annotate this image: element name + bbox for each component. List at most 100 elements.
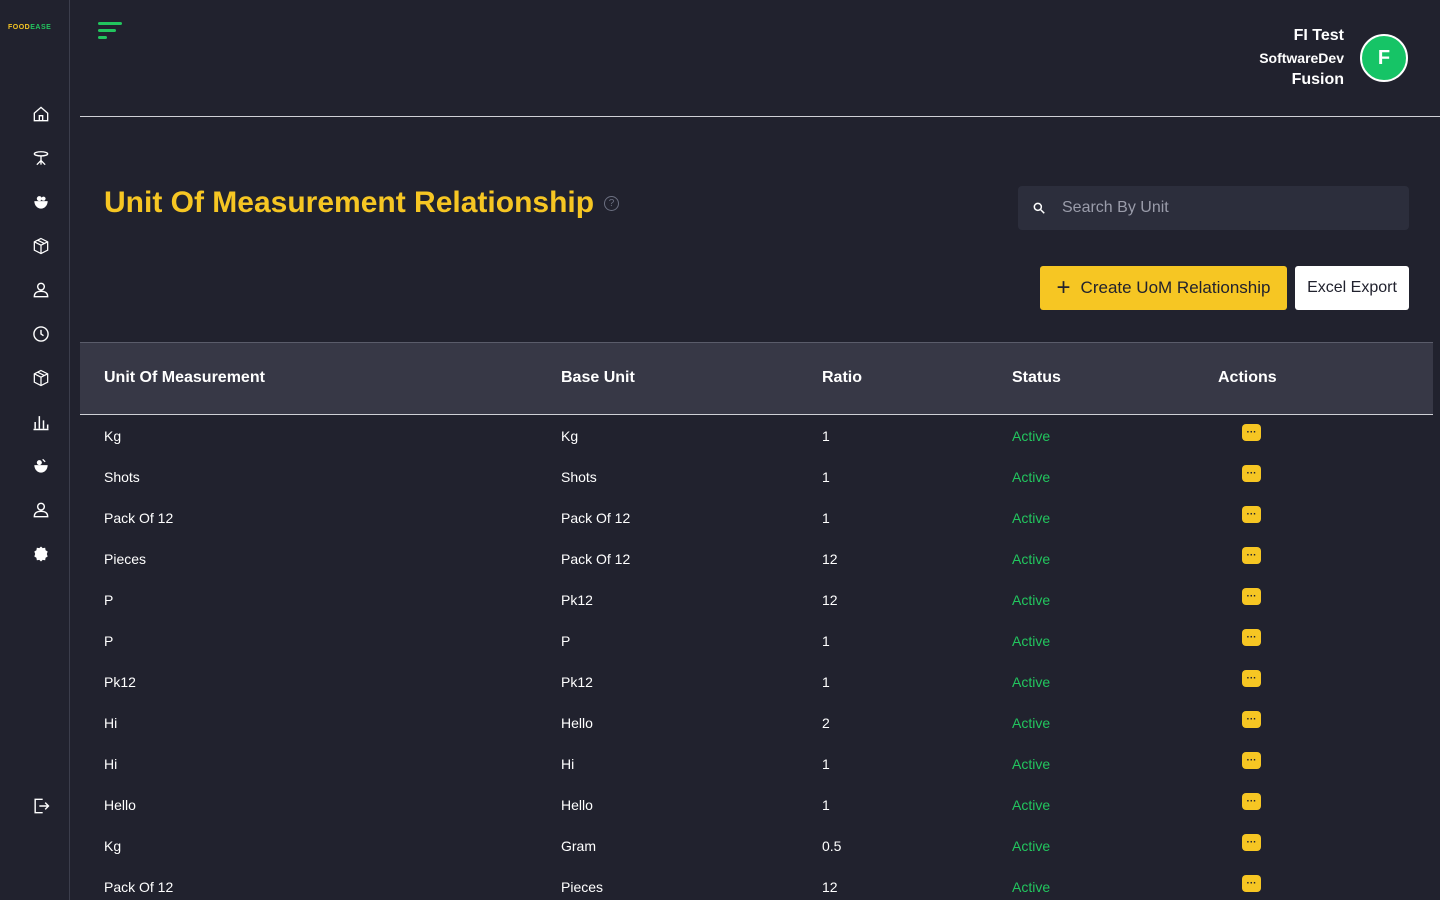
- cell-status: Active: [1012, 592, 1051, 608]
- row-actions-button[interactable]: ···: [1242, 670, 1261, 687]
- cell-status: Active: [1012, 838, 1051, 854]
- cell-status: Active: [1012, 510, 1051, 526]
- cell-status: Active: [1012, 879, 1051, 895]
- table-body: Kg Kg 1 Active ··· Shots Shots 1 Active ··· Pack O…: [80, 415, 1433, 900]
- create-button-label: Create UoM Relationship: [1080, 278, 1271, 297]
- cell-ratio: 12: [822, 879, 838, 895]
- row-actions-button[interactable]: ···: [1242, 547, 1261, 564]
- cell-base-unit: Pack Of 12: [561, 551, 631, 567]
- user-info: FI Test SoftwareDev Fusion: [1259, 25, 1344, 91]
- package-icon[interactable]: [30, 367, 52, 389]
- cell-status: Active: [1012, 469, 1051, 485]
- cell-base-unit: Kg: [561, 428, 579, 444]
- column-header-status[interactable]: Status: [1012, 369, 1061, 387]
- search-box: [1018, 186, 1409, 230]
- bar-chart-icon[interactable]: [30, 411, 52, 433]
- row-actions-button[interactable]: ···: [1242, 424, 1261, 441]
- cell-status: Active: [1012, 797, 1051, 813]
- user-department: Fusion: [1291, 71, 1344, 88]
- plus-icon: +: [1056, 274, 1071, 301]
- table-row: Pack Of 12 Pieces 12 Active ···: [80, 866, 1433, 900]
- cell-base-unit: Pk12: [561, 674, 593, 690]
- cell-status: Active: [1012, 715, 1051, 731]
- box-icon[interactable]: [30, 235, 52, 257]
- logo-food: FOOD: [8, 24, 31, 31]
- table-row: Pieces Pack Of 12 12 Active ···: [80, 538, 1433, 579]
- cell-ratio: 1: [822, 510, 830, 526]
- table-row: Hi Hi 1 Active ···: [80, 743, 1433, 784]
- header-divider: [80, 116, 1440, 117]
- logout-icon[interactable]: [30, 795, 52, 817]
- cell-ratio: 1: [822, 469, 830, 485]
- excel-export-button[interactable]: Excel Export: [1295, 266, 1409, 310]
- row-actions-button[interactable]: ···: [1242, 793, 1261, 810]
- cell-unit: Pack Of 12: [104, 510, 174, 526]
- settings-icon[interactable]: [30, 543, 52, 565]
- cell-ratio: 0.5: [822, 838, 842, 854]
- cell-unit: Pack Of 12: [104, 879, 174, 895]
- row-actions-button[interactable]: ···: [1242, 465, 1261, 482]
- row-actions-button[interactable]: ···: [1242, 711, 1261, 728]
- row-actions-button[interactable]: ···: [1242, 834, 1261, 851]
- home-icon[interactable]: [30, 103, 52, 125]
- cell-ratio: 1: [822, 797, 830, 813]
- row-actions-button[interactable]: ···: [1242, 752, 1261, 769]
- dining-table-icon[interactable]: [30, 147, 52, 169]
- cell-unit: Hi: [104, 715, 118, 731]
- table-row: P P 1 Active ···: [80, 620, 1433, 661]
- cell-base-unit: Pk12: [561, 592, 593, 608]
- user-icon[interactable]: [30, 279, 52, 301]
- row-actions-button[interactable]: ···: [1242, 629, 1261, 646]
- cell-unit: Pieces: [104, 551, 147, 567]
- create-uom-relationship-button[interactable]: + Create UoM Relationship: [1040, 266, 1287, 310]
- logo-ease: EASE: [30, 24, 52, 31]
- column-header-base-unit[interactable]: Base Unit: [561, 369, 635, 387]
- cell-unit: Hello: [104, 797, 136, 813]
- cell-unit: Shots: [104, 469, 140, 485]
- row-actions-button[interactable]: ···: [1242, 875, 1261, 892]
- cell-base-unit: Shots: [561, 469, 597, 485]
- cell-base-unit: P: [561, 633, 571, 649]
- column-header-actions: Actions: [1218, 369, 1277, 386]
- cell-base-unit: Pack Of 12: [561, 510, 631, 526]
- cell-unit: P: [104, 592, 114, 608]
- menu-toggle-icon[interactable]: [98, 20, 124, 42]
- cell-ratio: 1: [822, 428, 830, 444]
- cell-unit: Kg: [104, 428, 122, 444]
- clock-icon[interactable]: [30, 323, 52, 345]
- table-row: Pk12 Pk12 1 Active ···: [80, 661, 1433, 702]
- app: FOODEASE FI Test SoftwareDev Fusion F Un…: [0, 0, 1440, 900]
- cell-status: Active: [1012, 428, 1051, 444]
- table-row: Hi Hello 2 Active ···: [80, 702, 1433, 743]
- brand-logo[interactable]: FOODEASE: [8, 24, 51, 31]
- uom-table: Unit Of Measurement Base Unit Ratio Stat…: [80, 342, 1433, 900]
- table-row: Kg Gram 0.5 Active ···: [80, 825, 1433, 866]
- search-input[interactable]: [1062, 199, 1382, 217]
- row-actions-button[interactable]: ···: [1242, 506, 1261, 523]
- fruit-icon[interactable]: [30, 455, 52, 477]
- profile-icon[interactable]: [30, 499, 52, 521]
- column-header-ratio[interactable]: Ratio: [822, 369, 862, 387]
- cell-base-unit: Hi: [561, 756, 575, 772]
- cell-status: Active: [1012, 756, 1051, 772]
- avatar[interactable]: F: [1360, 34, 1408, 82]
- column-header-unit[interactable]: Unit Of Measurement: [104, 369, 265, 387]
- sidebar: FOODEASE: [0, 0, 70, 900]
- cell-ratio: 1: [822, 756, 830, 772]
- row-actions-button[interactable]: ···: [1242, 588, 1261, 605]
- cell-ratio: 12: [822, 551, 838, 567]
- cell-base-unit: Pieces: [561, 879, 604, 895]
- table-row: Pack Of 12 Pack Of 12 1 Active ···: [80, 497, 1433, 538]
- cell-ratio: 1: [822, 674, 830, 690]
- help-icon[interactable]: ?: [604, 195, 620, 211]
- table-row: Shots Shots 1 Active ···: [80, 456, 1433, 497]
- cell-ratio: 1: [822, 633, 830, 649]
- cell-ratio: 2: [822, 715, 830, 731]
- user-company: SoftwareDev: [1259, 50, 1344, 66]
- cell-status: Active: [1012, 633, 1051, 649]
- cell-base-unit: Gram: [561, 838, 596, 854]
- food-icon[interactable]: [30, 191, 52, 213]
- page-title: Unit Of Measurement Relationship ?: [104, 186, 620, 220]
- user-name: FI Test: [1293, 27, 1344, 44]
- cell-unit: P: [104, 633, 114, 649]
